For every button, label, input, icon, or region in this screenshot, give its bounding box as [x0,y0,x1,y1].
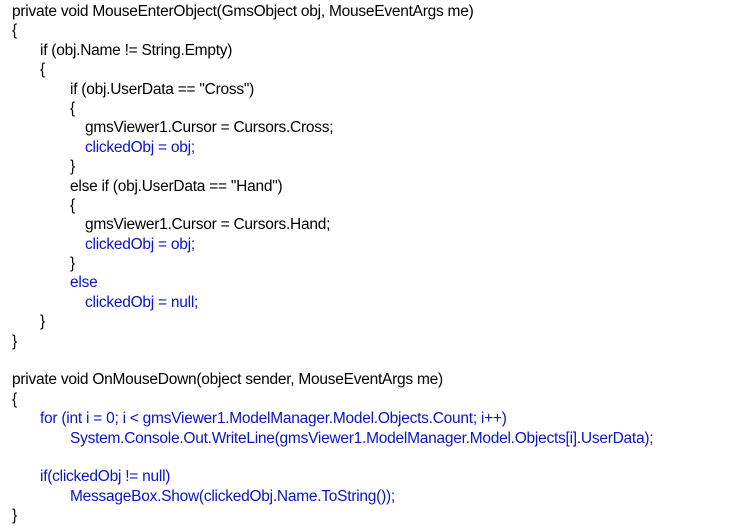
code-line-6: { [70,99,75,117]
code-line-18: } [12,332,17,350]
code-line-16: clickedObj = null; [85,293,199,311]
code-line-1: private void MouseEnterObject(GmsObject … [12,3,474,20]
code-line-23: System.Console.Out.WriteLine(gmsViewer1.… [70,429,654,447]
code-line-7: gmsViewer1.Cursor = Cursors.Cross; [85,119,334,137]
code-block: private void MouseEnterObject(GmsObject … [12,2,727,526]
code-line-22: for (int i = 0; i < gmsViewer1.ModelMana… [40,410,507,428]
code-line-3: if (obj.Name != String.Empty) [40,41,233,59]
code-line-14: } [70,255,75,273]
code-line-20: private void OnMouseDown(object sender, … [12,371,443,389]
code-line-13: clickedObj = obj; [85,235,195,253]
code-line-26: MessageBox.Show(clickedObj.Name.ToString… [70,487,395,505]
code-line-8: clickedObj = obj; [85,138,195,156]
code-line-25: if(clickedObj != null) [40,468,171,486]
code-line-27: } [12,507,17,525]
code-line-11: { [70,196,75,214]
code-line-15: else [70,274,98,292]
code-line-5: if (obj.UserData == "Cross") [70,80,255,98]
code-line-10: else if (obj.UserData == "Hand") [70,177,283,195]
code-line-12: gmsViewer1.Cursor = Cursors.Hand; [85,216,331,234]
code-line-4: { [40,61,45,79]
code-line-9: } [70,158,75,176]
code-line-17: } [40,313,45,331]
code-line-2: { [12,22,17,40]
code-line-21: { [12,390,17,408]
